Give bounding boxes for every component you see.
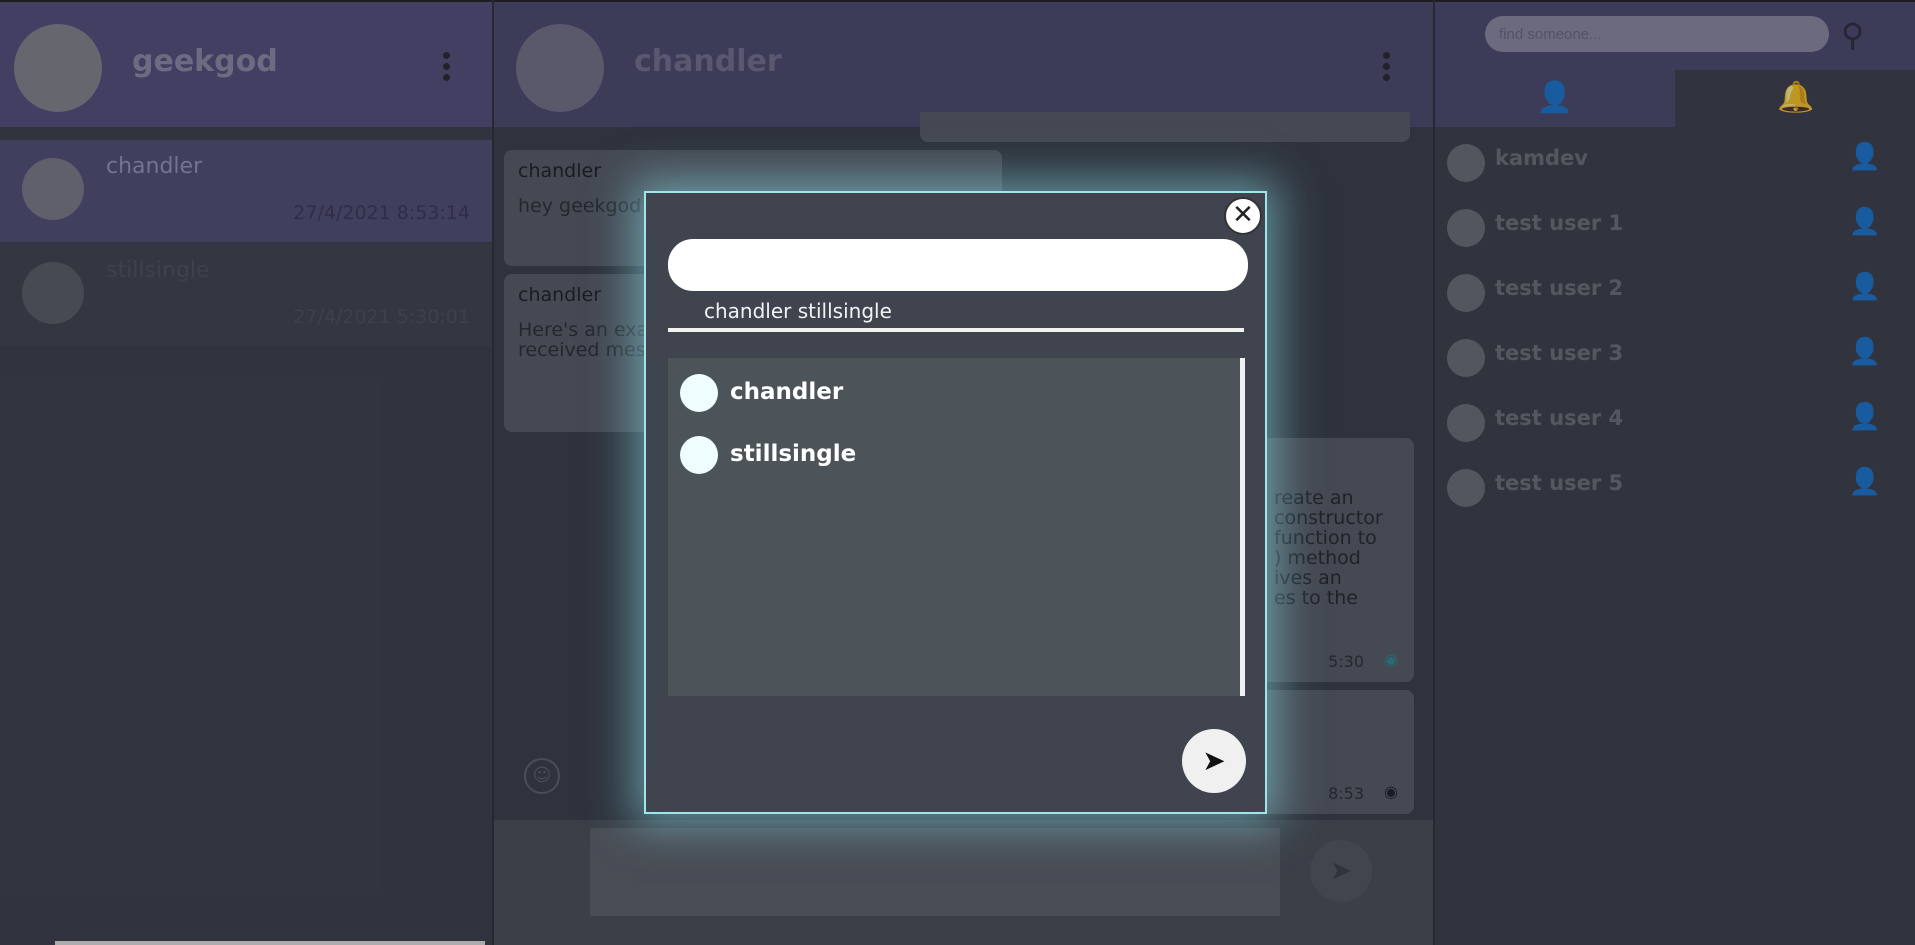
create-group-dialog: ✕ chandler stillsingle chandler stillsin… (644, 191, 1267, 814)
list-item[interactable]: stillsingle (668, 424, 1228, 480)
close-icon[interactable]: ✕ (1224, 197, 1262, 235)
member-name: stillsingle (730, 441, 857, 467)
avatar (680, 374, 718, 412)
scrollbar[interactable] (1240, 358, 1245, 696)
selected-members: chandler stillsingle (704, 299, 892, 323)
avatar (680, 436, 718, 474)
member-name: chandler (730, 379, 844, 405)
divider (668, 328, 1244, 332)
send-icon[interactable]: ➤ (1182, 729, 1246, 793)
list-item[interactable]: chandler (668, 362, 1228, 418)
member-list: chandler stillsingle (668, 358, 1240, 696)
group-name-input[interactable] (668, 239, 1248, 291)
